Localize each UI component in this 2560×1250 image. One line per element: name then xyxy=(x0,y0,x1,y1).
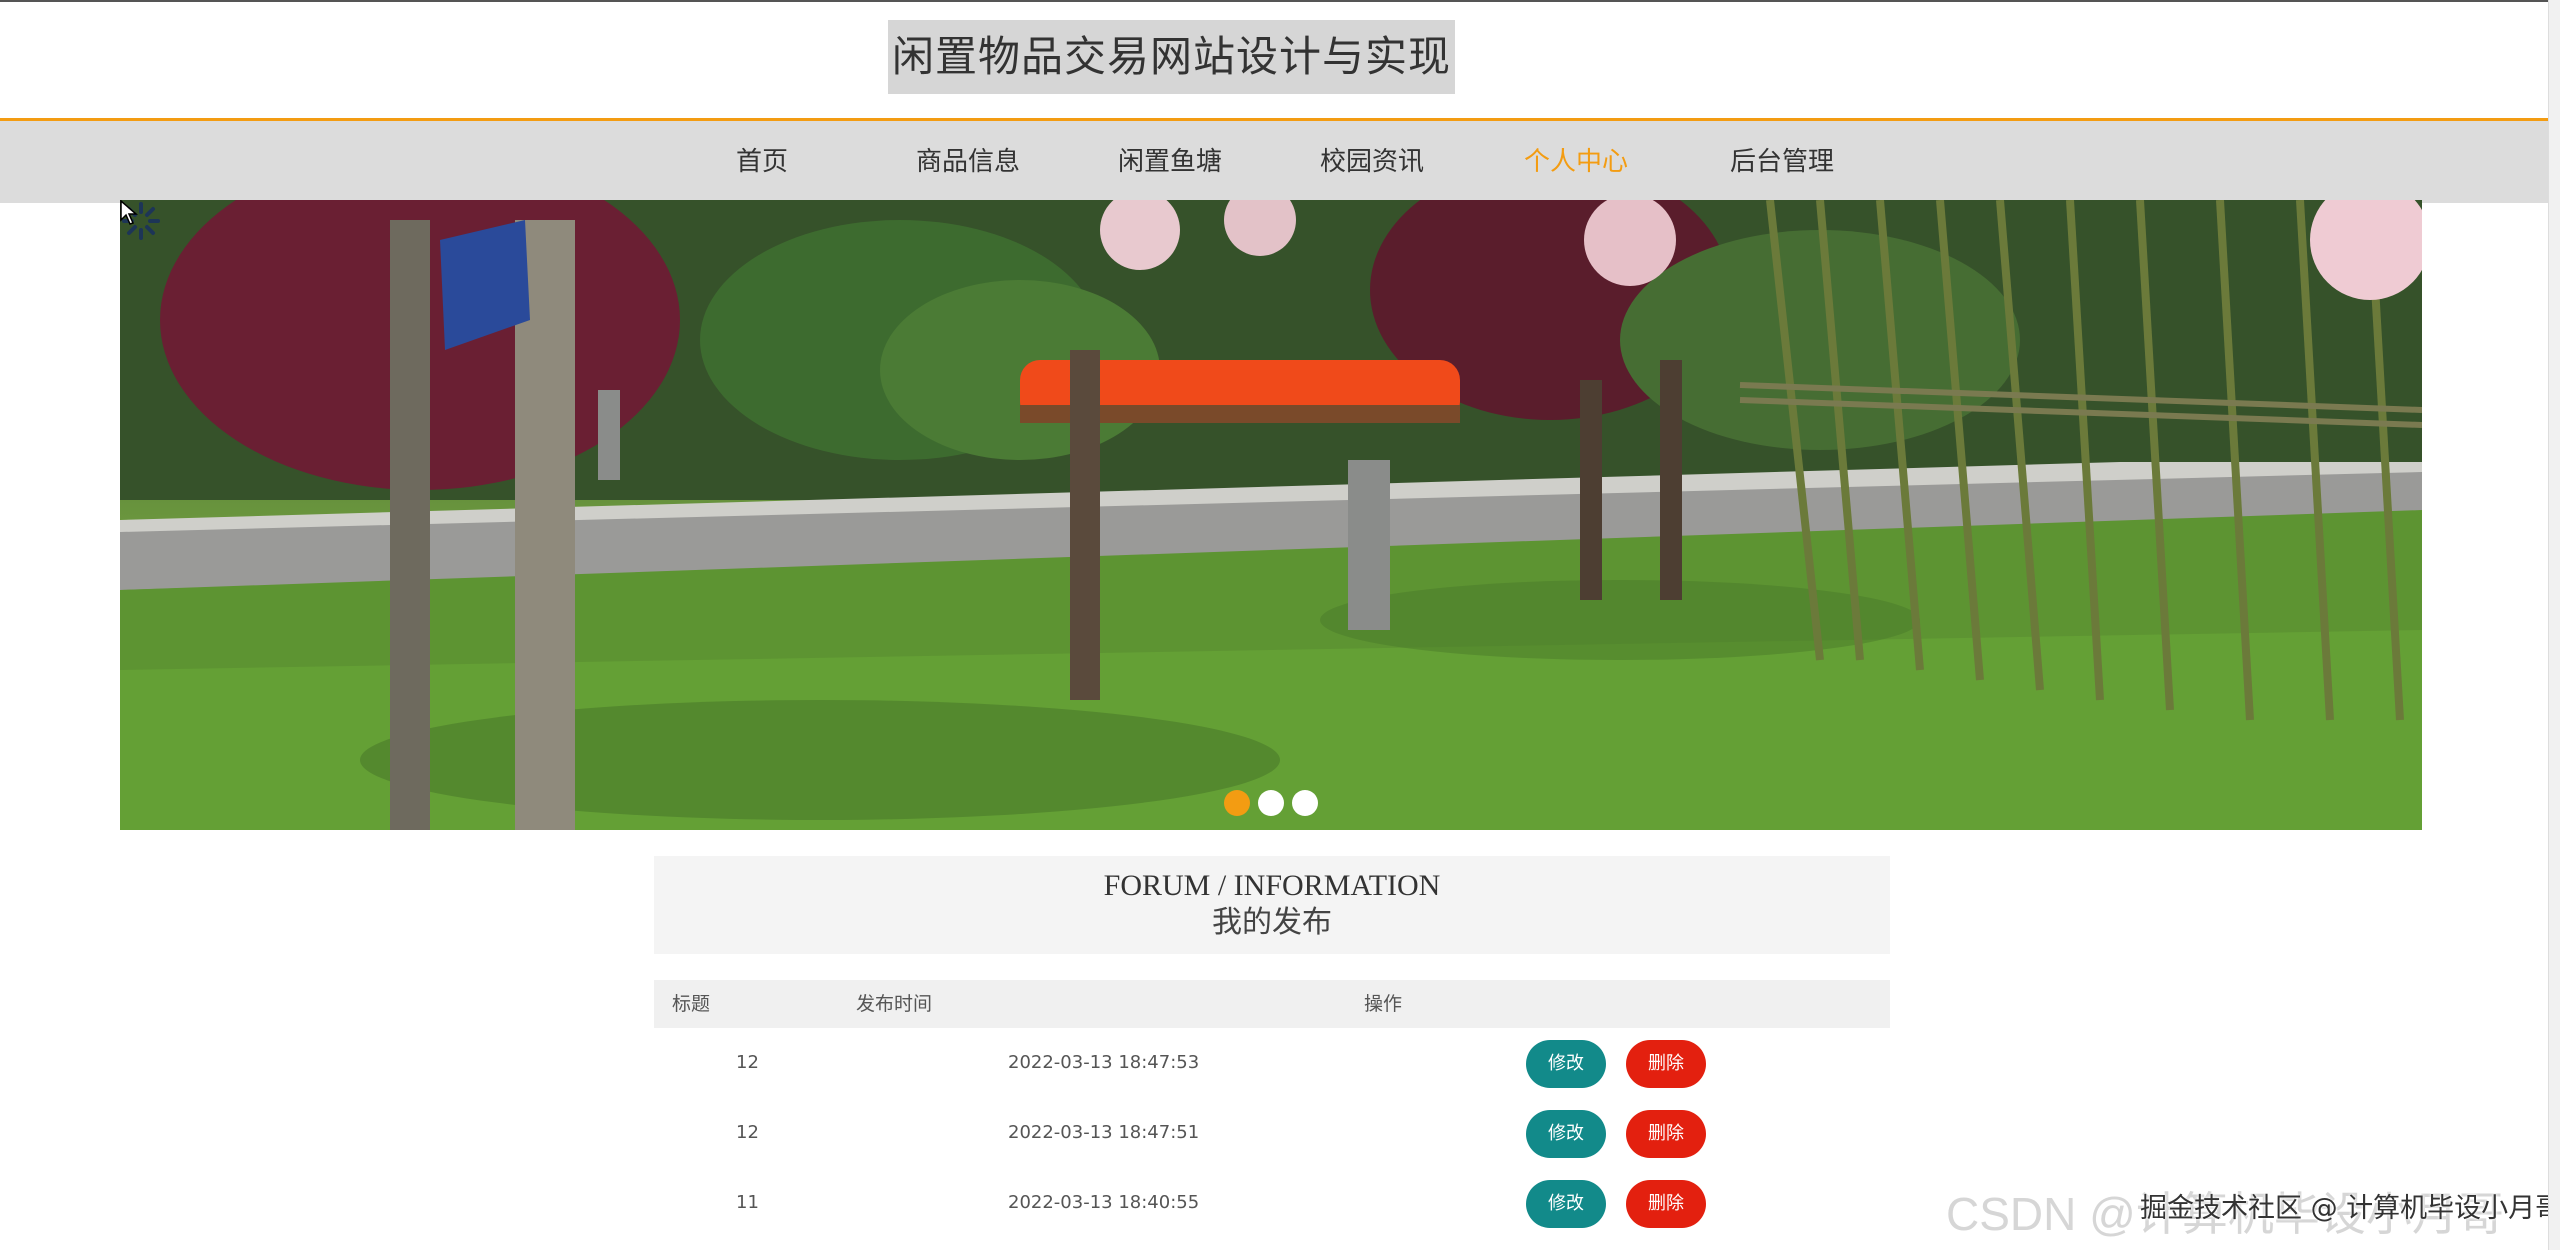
row-time: 2022-03-13 18:47:51 xyxy=(1008,1122,1200,1143)
delete-button[interactable]: 删除 xyxy=(1626,1110,1706,1158)
table-row: 12 2022-03-13 18:47:53 修改 删除 xyxy=(654,1028,1890,1098)
nav-item-home[interactable]: 首页 xyxy=(736,121,788,203)
row-title: 12 xyxy=(736,1122,759,1143)
row-time: 2022-03-13 18:47:53 xyxy=(1008,1052,1200,1073)
table-header: 标题 发布时间 操作 xyxy=(654,980,1890,1028)
table-row: 11 2022-03-13 18:40:55 修改 删除 xyxy=(654,1168,1890,1238)
row-time: 2022-03-13 18:40:55 xyxy=(1008,1192,1200,1213)
edit-button[interactable]: 修改 xyxy=(1526,1040,1606,1088)
column-header-time: 发布时间 xyxy=(856,993,933,1015)
nav-item-admin[interactable]: 后台管理 xyxy=(1730,121,1834,203)
carousel-dot-1[interactable] xyxy=(1224,790,1250,816)
nav-item-products[interactable]: 商品信息 xyxy=(916,121,1020,203)
mouse-cursor-icon xyxy=(120,200,138,225)
delete-button[interactable]: 删除 xyxy=(1626,1180,1706,1228)
section-header: FORUM / INFORMATION 我的发布 xyxy=(654,856,1890,954)
nav-item-fishpond[interactable]: 闲置鱼塘 xyxy=(1118,121,1222,203)
banner-carousel[interactable] xyxy=(120,200,2422,830)
section-title-en: FORUM / INFORMATION xyxy=(1103,869,1441,902)
scrollbar[interactable] xyxy=(2548,0,2560,1250)
carousel-dot-2[interactable] xyxy=(1258,790,1284,816)
column-header-action: 操作 xyxy=(1364,993,1403,1015)
delete-button[interactable]: 删除 xyxy=(1626,1040,1706,1088)
watermark-overlay: 掘金技术社区 @ 计算机毕设小月哥 xyxy=(2140,1193,2560,1224)
section-title-cn: 我的发布 xyxy=(1212,905,1332,940)
column-header-title: 标题 xyxy=(672,993,711,1015)
nav-item-personal-center[interactable]: 个人中心 xyxy=(1524,121,1628,203)
header: 闲置物品交易网站设计与实现 xyxy=(0,0,2548,120)
nav-item-campus-news[interactable]: 校园资讯 xyxy=(1320,121,1424,203)
site-title: 闲置物品交易网站设计与实现 xyxy=(888,20,1456,94)
table-row: 12 2022-03-13 18:47:51 修改 删除 xyxy=(654,1098,1890,1168)
edit-button[interactable]: 修改 xyxy=(1526,1110,1606,1158)
edit-button[interactable]: 修改 xyxy=(1526,1180,1606,1228)
row-title: 12 xyxy=(736,1052,759,1073)
banner-image xyxy=(120,200,2422,830)
carousel-indicators xyxy=(1224,790,1318,820)
row-title: 11 xyxy=(736,1192,759,1213)
main-nav: 首页 商品信息 闲置鱼塘 校园资讯 个人中心 后台管理 xyxy=(0,118,2548,203)
carousel-dot-3[interactable] xyxy=(1292,790,1318,816)
